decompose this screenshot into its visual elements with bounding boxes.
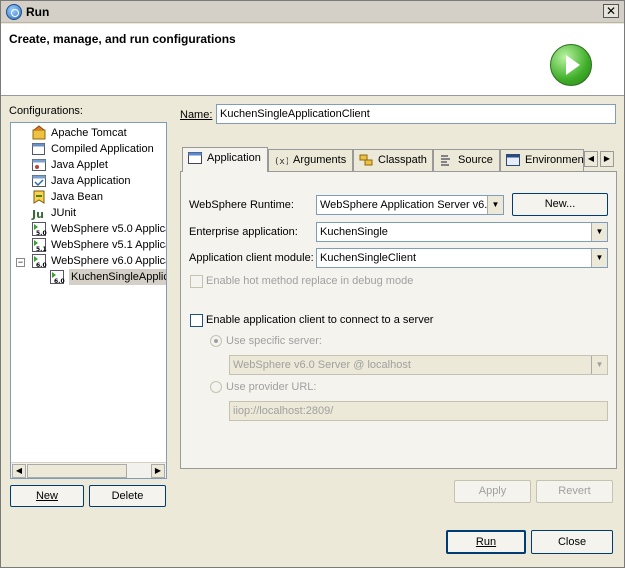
websphere-runtime-select[interactable]: WebSphere Application Server v6.0 ▼ <box>316 195 504 215</box>
arguments-tab-icon: (x)= <box>274 157 288 167</box>
websphere-config-icon: 6.0 <box>50 270 65 285</box>
tabs-scroll-left-icon[interactable]: ◀ <box>584 151 598 167</box>
dialog-header: Create, manage, and run configurations <box>1 24 624 96</box>
run-window-icon <box>6 4 22 20</box>
run-dialog: Run ✕ Create, manage, and run configurat… <box>0 0 625 568</box>
configurations-tree[interactable]: Apache Tomcat Compiled Application Java … <box>10 122 167 479</box>
junit-icon: Ju <box>31 208 44 221</box>
tomcat-icon <box>32 125 46 140</box>
tabs-scroll-right-icon[interactable]: ▶ <box>600 151 614 167</box>
dropdown-arrow-icon: ▼ <box>487 196 503 214</box>
dropdown-arrow-icon: ▼ <box>591 223 607 241</box>
compiled-app-icon <box>32 143 45 155</box>
tab-source[interactable]: Source <box>433 149 500 171</box>
enable-client-checkbox[interactable] <box>190 314 203 327</box>
scroll-left-arrow-icon[interactable]: ◀ <box>12 464 26 478</box>
provider-url-input[interactable]: iiop://localhost:2809/ <box>229 401 608 421</box>
tab-application[interactable]: Application <box>182 147 268 172</box>
scroll-right-arrow-icon[interactable]: ▶ <box>151 464 165 478</box>
svg-text:5.1: 5.1 <box>36 246 47 253</box>
delete-configuration-button[interactable]: Delete <box>89 485 166 507</box>
source-tab-icon <box>441 155 450 166</box>
use-specific-server-radio[interactable] <box>210 335 222 347</box>
close-window-button[interactable]: ✕ <box>603 4 619 18</box>
bean-icon <box>33 190 45 204</box>
title-bar: Run ✕ <box>1 1 624 23</box>
tab-arguments[interactable]: (x)= Arguments <box>268 149 353 171</box>
run-button[interactable]: Run <box>446 530 526 554</box>
enterprise-application-select[interactable]: KuchenSingle ▼ <box>316 222 608 242</box>
close-button[interactable]: Close <box>531 530 613 554</box>
run-icon <box>550 44 592 86</box>
application-tab-icon <box>188 152 202 164</box>
hot-method-replace-checkbox[interactable] <box>190 275 203 288</box>
application-tab-panel: WebSphere Runtime: WebSphere Application… <box>180 171 617 469</box>
svg-text:6.0: 6.0 <box>54 278 65 285</box>
websphere-icon: 6.0 <box>32 254 47 269</box>
client-module-select[interactable]: KuchenSingleClient ▼ <box>316 248 608 268</box>
configurations-label: Configurations: <box>9 105 83 117</box>
dropdown-arrow-icon: ▼ <box>591 249 607 267</box>
configuration-name-input[interactable]: KuchenSingleApplicationClient <box>216 104 616 124</box>
environment-tab-icon <box>506 154 520 166</box>
scroll-thumb[interactable] <box>27 464 127 478</box>
enterprise-application-label: Enterprise application: <box>189 226 298 238</box>
client-module-label: Application client module: <box>189 252 314 264</box>
tree-horizontal-scrollbar[interactable]: ◀ ▶ <box>11 462 166 478</box>
server-select[interactable]: WebSphere v6.0 Server @ localhost ▼ <box>229 355 608 375</box>
websphere-icon: 5.0 <box>32 222 47 237</box>
dropdown-arrow-icon: ▼ <box>591 356 607 374</box>
applet-icon <box>32 159 46 171</box>
svg-text:Ju: Ju <box>31 208 44 221</box>
tab-classpath[interactable]: Classpath <box>353 149 433 171</box>
websphere-icon: 5.1 <box>32 238 47 253</box>
configuration-tabs: Application (x)= Arguments Classpath Sou… <box>180 147 617 172</box>
window-title: Run <box>26 5 50 19</box>
java-app-icon <box>32 175 46 187</box>
use-specific-server-label: Use specific server: <box>226 335 322 347</box>
collapse-websphere-60-toggle[interactable]: − <box>16 258 25 267</box>
use-provider-url-radio[interactable] <box>210 381 222 393</box>
enable-client-label: Enable application client to connect to … <box>206 314 434 326</box>
name-label: Name: <box>180 109 213 121</box>
use-provider-url-label: Use provider URL: <box>226 381 317 393</box>
revert-button[interactable]: Revert <box>536 480 613 503</box>
new-runtime-button[interactable]: New... <box>512 193 608 216</box>
apply-button[interactable]: Apply <box>454 480 531 503</box>
new-configuration-button[interactable]: New <box>10 485 84 507</box>
header-title: Create, manage, and run configurations <box>9 32 236 46</box>
svg-text:(x)=: (x)= <box>274 157 288 167</box>
svg-text:5.0: 5.0 <box>36 230 47 237</box>
classpath-tab-icon <box>359 154 373 166</box>
svg-text:6.0: 6.0 <box>36 262 47 269</box>
hot-method-replace-label: Enable hot method replace in debug mode <box>206 275 414 287</box>
websphere-runtime-label: WebSphere Runtime: <box>189 199 294 211</box>
tab-environment[interactable]: Environmen <box>500 149 584 171</box>
